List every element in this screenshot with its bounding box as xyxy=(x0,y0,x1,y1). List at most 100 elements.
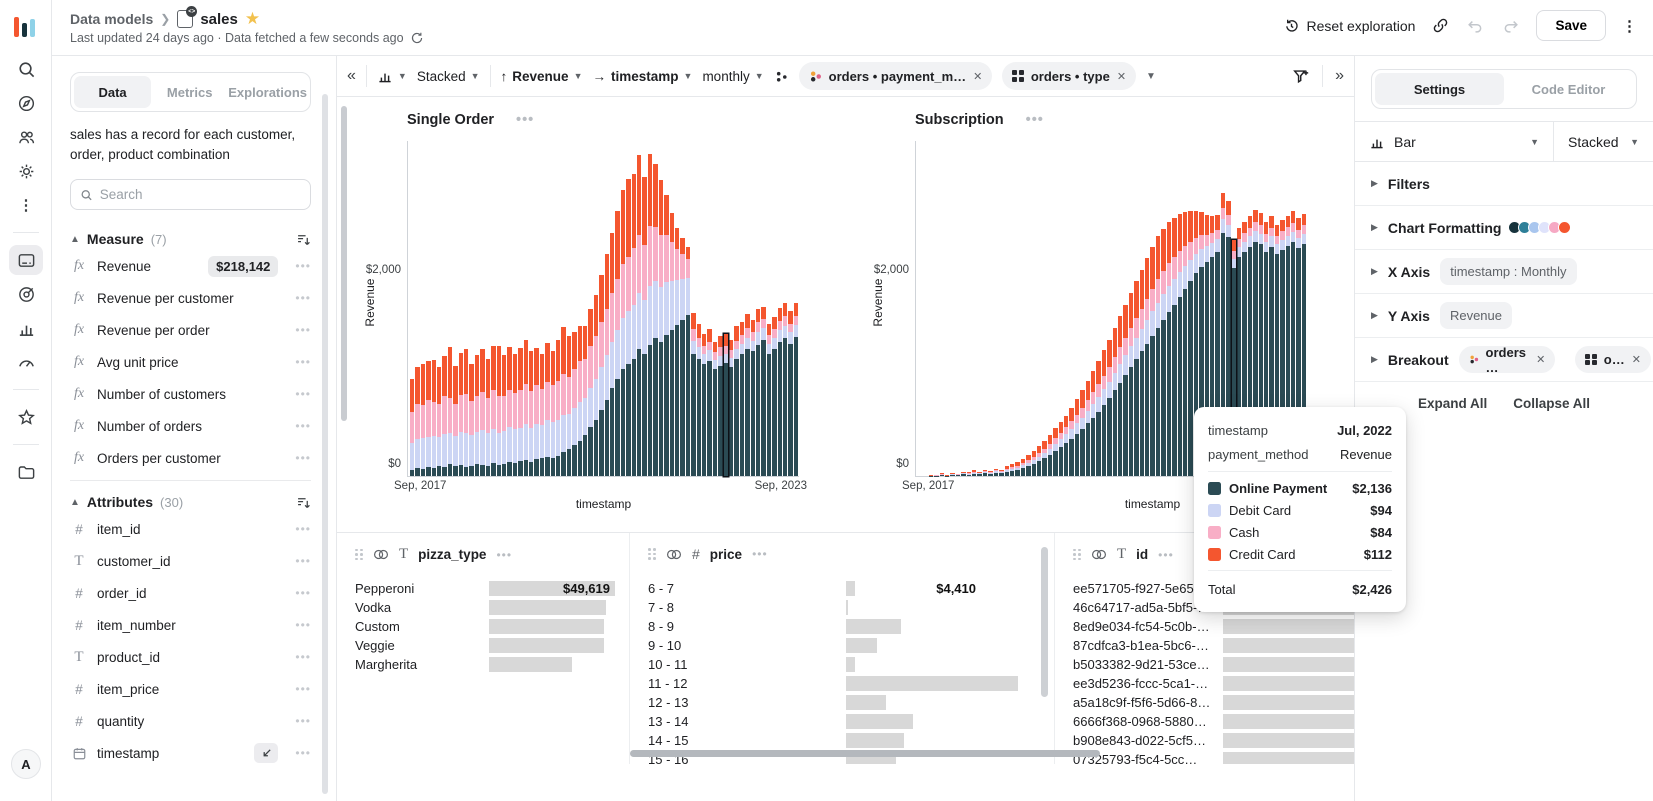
card-row[interactable]: a5a18c9f-f5f6-5d66-8… xyxy=(1073,693,1354,712)
x-field-dropdown[interactable]: →timestamp▼ xyxy=(592,69,692,84)
chart-type-button[interactable]: ▼ xyxy=(377,68,407,84)
row-menu-icon[interactable]: ••• xyxy=(295,387,311,401)
card-scrollbar[interactable] xyxy=(1041,547,1048,697)
tab-code-editor[interactable]: Code Editor xyxy=(1504,73,1633,105)
user-avatar[interactable]: A xyxy=(11,749,41,779)
row-menu-icon[interactable]: ••• xyxy=(295,650,311,664)
venn-icon[interactable] xyxy=(666,548,682,561)
bar[interactable] xyxy=(1161,229,1165,476)
bar[interactable] xyxy=(1021,459,1025,476)
bar[interactable] xyxy=(999,470,1003,476)
bar[interactable] xyxy=(670,213,674,476)
bar[interactable] xyxy=(648,154,652,476)
bar[interactable] xyxy=(702,334,706,476)
bar[interactable] xyxy=(1032,451,1036,476)
card-title[interactable]: pizza_type xyxy=(418,547,486,562)
bar[interactable] xyxy=(1075,399,1079,476)
bar[interactable] xyxy=(518,348,522,476)
panel-scrollbar[interactable] xyxy=(322,94,328,794)
card-row[interactable]: 7 - 8 xyxy=(648,598,1032,617)
bar[interactable] xyxy=(697,324,701,476)
drag-handle-icon[interactable] xyxy=(648,548,656,560)
gear-icon[interactable] xyxy=(9,156,43,186)
bar[interactable] xyxy=(783,303,787,476)
bar[interactable] xyxy=(994,469,998,476)
bar[interactable] xyxy=(729,340,733,476)
folder-icon[interactable] xyxy=(9,457,43,487)
bar[interactable] xyxy=(432,360,436,476)
card-row[interactable]: 07325793-f5c4-5cc… xyxy=(1073,750,1354,764)
search-icon[interactable] xyxy=(9,54,43,84)
attribute-row[interactable]: Tproduct_id••• xyxy=(70,641,311,673)
attribute-row[interactable]: #quantity••• xyxy=(70,705,311,737)
search-input[interactable] xyxy=(100,187,301,202)
horizontal-scrollbar[interactable] xyxy=(630,750,1100,757)
bar[interactable] xyxy=(756,309,760,476)
breakout-pill-payment-method[interactable]: orders • payment_m… ✕ xyxy=(799,62,993,90)
row-menu-icon[interactable]: ••• xyxy=(295,682,311,696)
expand-triangle-icon[interactable]: ▶ xyxy=(1371,354,1378,365)
charts-scrollbar[interactable] xyxy=(341,106,347,421)
bar[interactable] xyxy=(491,346,495,476)
pill-overflow-dropdown-icon[interactable]: ▼ xyxy=(1146,71,1156,82)
bar[interactable] xyxy=(415,367,419,476)
bar[interactable] xyxy=(1118,316,1122,476)
app-logo[interactable] xyxy=(14,13,38,37)
bar[interactable] xyxy=(1188,211,1192,476)
attributes-section-header[interactable]: ▲ Attributes (30) xyxy=(70,491,311,513)
chart-type-select[interactable]: Bar▼ xyxy=(1355,122,1554,161)
card-menu-icon[interactable]: ••• xyxy=(752,547,768,561)
bar[interactable] xyxy=(653,164,657,476)
bar[interactable] xyxy=(1005,466,1009,476)
card-row[interactable]: 6 - 7$4,410 xyxy=(648,579,1032,598)
bar[interactable] xyxy=(950,473,954,476)
card-row[interactable]: 11 - 12 xyxy=(648,674,1032,693)
card-menu-icon[interactable]: ••• xyxy=(496,548,512,562)
bar[interactable] xyxy=(767,324,771,476)
users-icon[interactable] xyxy=(9,122,43,152)
bar[interactable] xyxy=(1010,464,1014,476)
expand-triangle-icon[interactable]: ▶ xyxy=(1371,266,1378,277)
collapse-right-panel-icon[interactable]: » xyxy=(1335,67,1344,85)
section-y-axis[interactable]: ▶ Y Axis Revenue xyxy=(1355,294,1653,338)
card-row[interactable]: 13 - 14 xyxy=(648,712,1032,731)
bar[interactable] xyxy=(605,254,609,476)
add-filter-icon[interactable] xyxy=(1292,67,1310,85)
stack-mode-select[interactable]: Stacked▼ xyxy=(1554,122,1653,161)
bar[interactable] xyxy=(961,472,965,476)
bar[interactable] xyxy=(1178,214,1182,476)
card-row[interactable]: Veggie xyxy=(355,636,629,655)
bar[interactable] xyxy=(578,326,582,476)
tab-metrics[interactable]: Metrics xyxy=(151,76,228,108)
y-axis-pill[interactable]: Revenue xyxy=(1440,302,1512,329)
card-row[interactable]: ee3d5236-fccc-5ca1-… xyxy=(1073,674,1354,693)
bar[interactable] xyxy=(567,336,571,476)
attribute-row[interactable]: #item_id••• xyxy=(70,513,311,545)
highlighted-bar[interactable] xyxy=(724,334,728,476)
card-menu-icon[interactable]: ••• xyxy=(1158,548,1174,562)
undo-icon[interactable] xyxy=(1466,16,1485,35)
bar[interactable] xyxy=(632,174,636,476)
bar[interactable] xyxy=(453,366,457,476)
bar[interactable] xyxy=(929,475,933,476)
save-button[interactable]: Save xyxy=(1536,10,1606,41)
attribute-row[interactable]: #item_price••• xyxy=(70,673,311,705)
bar[interactable] xyxy=(502,355,506,476)
bar[interactable] xyxy=(594,295,598,476)
bar[interactable] xyxy=(977,472,981,476)
remove-pill-icon[interactable]: ✕ xyxy=(973,70,982,83)
bar[interactable] xyxy=(621,190,625,476)
card-row[interactable]: 9 - 10 xyxy=(648,636,1032,655)
bar[interactable] xyxy=(734,326,738,476)
row-menu-icon[interactable]: ••• xyxy=(295,746,311,760)
bar[interactable] xyxy=(421,364,425,476)
sort-icon[interactable] xyxy=(296,495,311,510)
bar[interactable] xyxy=(529,351,533,476)
gauge-icon[interactable] xyxy=(9,347,43,377)
bar[interactable] xyxy=(486,359,490,476)
remove-pill-icon[interactable]: ✕ xyxy=(1536,353,1545,366)
measure-section-header[interactable]: ▲ Measure (7) xyxy=(70,228,311,250)
bar[interactable] xyxy=(545,343,549,476)
granularity-dropdown[interactable]: monthly▼ xyxy=(702,69,763,84)
bar[interactable] xyxy=(1150,247,1154,476)
